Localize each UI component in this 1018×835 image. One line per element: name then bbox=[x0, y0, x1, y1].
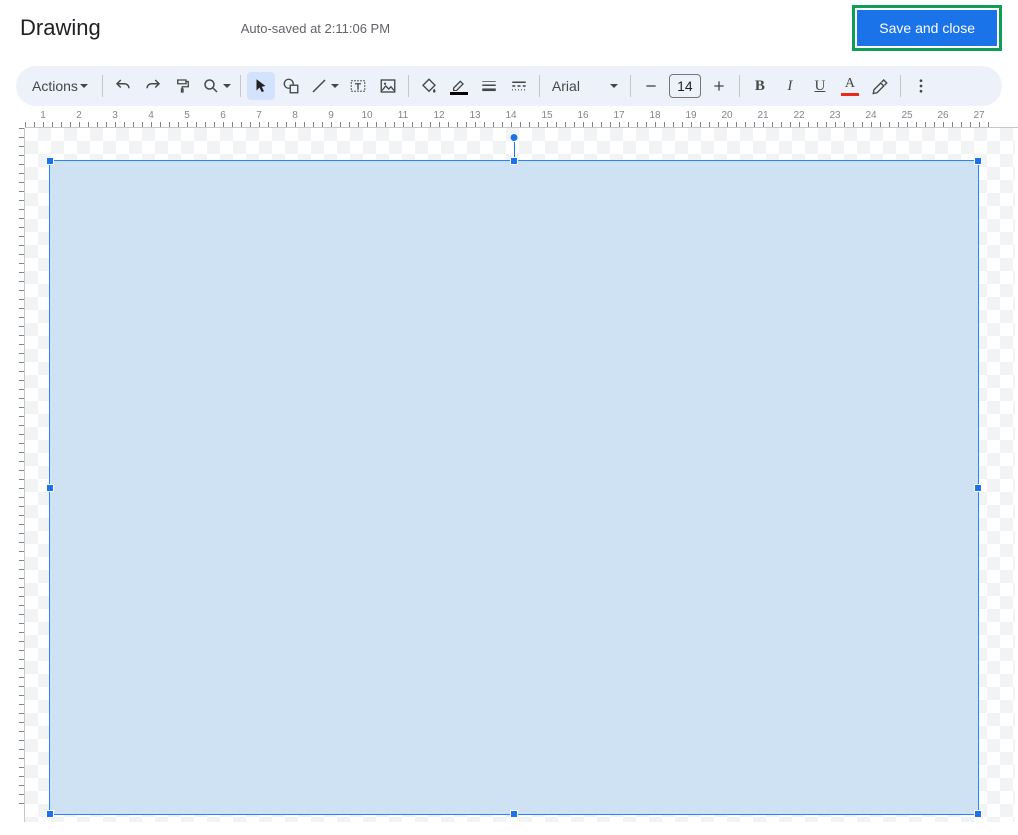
actions-menu[interactable]: Actions bbox=[24, 72, 96, 100]
separator bbox=[739, 75, 740, 97]
separator bbox=[240, 75, 241, 97]
text-color-button[interactable]: A bbox=[836, 72, 864, 100]
font-family-menu[interactable]: Arial bbox=[546, 72, 624, 100]
line-dash-icon bbox=[510, 77, 528, 95]
font-size-input[interactable]: 14 bbox=[669, 74, 701, 98]
border-color-swatch bbox=[450, 92, 468, 95]
workspace: 1234567891011121314151617181920212223242… bbox=[5, 110, 1018, 822]
app-title: Drawing bbox=[20, 15, 101, 41]
more-vertical-icon bbox=[912, 77, 930, 95]
shape-menu[interactable] bbox=[277, 72, 305, 100]
more-options-button[interactable] bbox=[907, 72, 935, 100]
caret-down-icon bbox=[610, 84, 618, 88]
resize-handle-bottom-left[interactable] bbox=[46, 810, 54, 818]
textbox-icon bbox=[349, 77, 367, 95]
pencil-icon bbox=[451, 77, 467, 91]
redo-icon bbox=[144, 77, 162, 95]
underline-button[interactable]: U bbox=[806, 72, 834, 100]
save-button-highlight: Save and close bbox=[852, 5, 1002, 51]
line-icon bbox=[310, 77, 328, 95]
resize-handle-top-right[interactable] bbox=[974, 157, 982, 165]
font-name-label: Arial bbox=[552, 78, 580, 94]
border-weight-button[interactable] bbox=[475, 72, 503, 100]
redo-button[interactable] bbox=[139, 72, 167, 100]
fill-icon bbox=[420, 77, 438, 95]
fill-color-button[interactable] bbox=[415, 72, 443, 100]
zoom-menu[interactable] bbox=[199, 72, 234, 100]
resize-handle-bottom-right[interactable] bbox=[974, 810, 982, 818]
resize-handle-bottom[interactable] bbox=[510, 810, 518, 818]
save-and-close-button[interactable]: Save and close bbox=[857, 10, 997, 46]
header: Drawing Auto-saved at 2:11:06 PM Save an… bbox=[0, 0, 1018, 56]
vertical-ruler bbox=[5, 128, 25, 822]
separator bbox=[900, 75, 901, 97]
increase-font-size-button[interactable] bbox=[705, 72, 733, 100]
plus-icon bbox=[711, 78, 727, 94]
separator bbox=[102, 75, 103, 97]
caret-down-icon bbox=[80, 84, 88, 88]
border-color-button[interactable] bbox=[445, 72, 473, 100]
decrease-font-size-button[interactable] bbox=[637, 72, 665, 100]
drawing-canvas[interactable] bbox=[25, 128, 1015, 822]
border-dash-button[interactable] bbox=[505, 72, 533, 100]
undo-icon bbox=[114, 77, 132, 95]
selected-rectangle-shape[interactable] bbox=[49, 160, 979, 815]
image-icon bbox=[379, 77, 397, 95]
minus-icon bbox=[643, 78, 659, 94]
highlighter-icon bbox=[871, 77, 889, 95]
actions-label: Actions bbox=[32, 78, 78, 94]
resize-handle-left[interactable] bbox=[46, 484, 54, 492]
resize-handle-top[interactable] bbox=[510, 157, 518, 165]
highlight-color-button[interactable] bbox=[866, 72, 894, 100]
undo-button[interactable] bbox=[109, 72, 137, 100]
toolbar: Actions bbox=[16, 66, 1002, 106]
autosave-status: Auto-saved at 2:11:06 PM bbox=[241, 21, 390, 36]
bold-button[interactable]: B bbox=[746, 72, 774, 100]
select-tool[interactable] bbox=[247, 72, 275, 100]
line-menu[interactable] bbox=[307, 72, 342, 100]
image-button[interactable] bbox=[374, 72, 402, 100]
underline-label: U bbox=[815, 78, 826, 95]
horizontal-ruler: 1234567891011121314151617181920212223242… bbox=[25, 110, 1018, 128]
italic-button[interactable]: I bbox=[776, 72, 804, 100]
line-weight-icon bbox=[480, 77, 498, 95]
textbox-button[interactable] bbox=[344, 72, 372, 100]
text-color-label: A bbox=[845, 76, 855, 92]
rotation-handle[interactable] bbox=[510, 133, 519, 142]
zoom-icon bbox=[202, 77, 220, 95]
caret-down-icon bbox=[331, 84, 339, 88]
separator bbox=[539, 75, 540, 97]
shapes-icon bbox=[282, 77, 300, 95]
text-color-swatch bbox=[841, 93, 859, 96]
separator bbox=[630, 75, 631, 97]
separator bbox=[408, 75, 409, 97]
caret-down-icon bbox=[223, 84, 231, 88]
resize-handle-top-left[interactable] bbox=[46, 157, 54, 165]
paint-roller-icon bbox=[174, 77, 192, 95]
paint-format-button[interactable] bbox=[169, 72, 197, 100]
cursor-icon bbox=[252, 77, 270, 95]
resize-handle-right[interactable] bbox=[974, 484, 982, 492]
